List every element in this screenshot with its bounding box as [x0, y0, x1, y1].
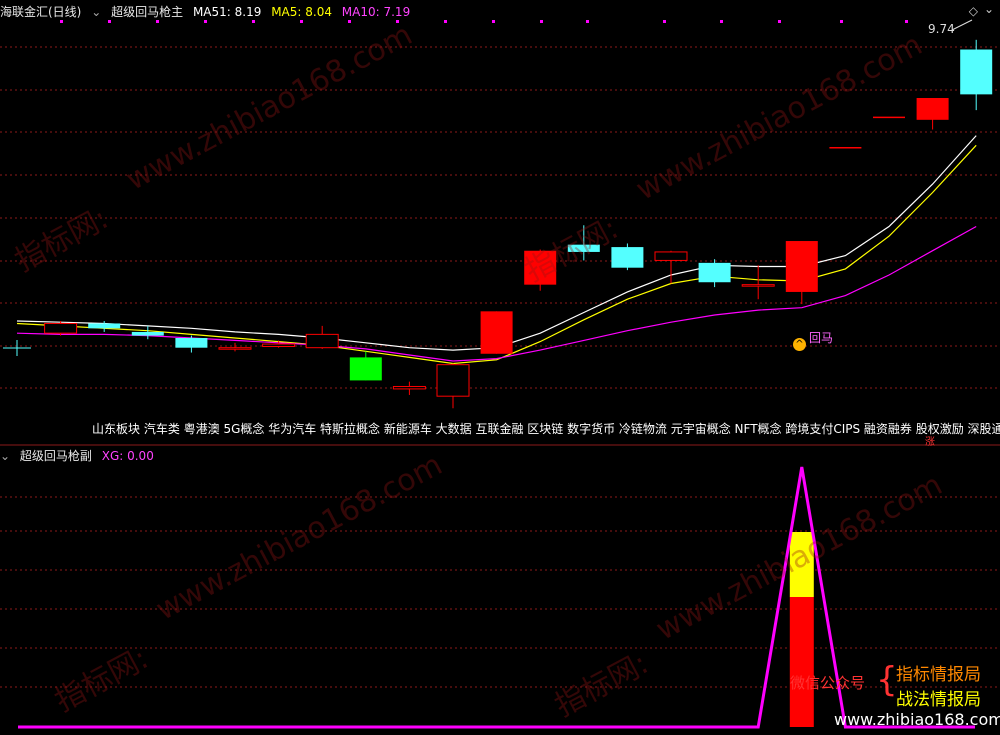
candle-body — [524, 250, 557, 285]
chart-canvas — [0, 19, 1000, 729]
concept-tags: 山东板块 汽车类 粤港澳 5G概念 华为汽车 特斯拉概念 新能源车 大数据 互联… — [92, 422, 1000, 436]
candle-body — [175, 338, 208, 348]
top-marker — [663, 20, 666, 23]
candle-body — [44, 322, 78, 334]
high-leader — [951, 19, 973, 31]
candle-body — [88, 323, 121, 329]
candle-body — [262, 343, 296, 347]
top-marker — [778, 20, 781, 23]
candle-body — [916, 98, 949, 120]
signal-marker-icon: ^ — [793, 338, 806, 351]
zhang-label: 涨 — [925, 437, 935, 448]
signal-label: 回马 — [809, 331, 834, 345]
candle-body — [698, 262, 731, 283]
candle-body — [436, 364, 470, 397]
candle-body — [785, 241, 818, 292]
chevron-down-icon[interactable]: ⌄ — [984, 2, 994, 16]
ma5-label: MA5: 8.04 — [271, 5, 332, 19]
candle-body — [611, 247, 644, 268]
top-marker — [540, 20, 543, 23]
top-marker — [492, 20, 495, 23]
candle-body — [654, 251, 688, 261]
top-marker — [720, 20, 723, 23]
ma51-label: MA51: 8.19 — [192, 5, 262, 19]
brand-2: 战法情报局 — [896, 690, 981, 710]
candle-body — [305, 333, 339, 349]
signal-bar-red — [789, 597, 814, 727]
stock-name: 海联金汇(日线) — [0, 5, 82, 19]
site-url: www.zhibiao168.com — [834, 710, 1000, 729]
candle-body — [131, 331, 164, 336]
chevron-down-icon[interactable]: ⌄ — [0, 449, 10, 463]
indicator-name[interactable]: 超级回马枪主 — [111, 5, 183, 19]
top-marker — [840, 20, 843, 23]
sub-indicator-name[interactable]: 超级回马枪副 — [20, 449, 92, 463]
diamond-icon[interactable]: ◇ — [969, 4, 978, 18]
top-marker — [905, 20, 908, 23]
candlesticks — [3, 19, 993, 409]
ma10-label: MA10: 7.19 — [341, 5, 411, 19]
candle-body — [960, 49, 993, 95]
brace-icon: { — [876, 660, 898, 700]
top-header: 海联金汇(日线) ⌄ 超级回马枪主 MA51: 8.19 MA5: 8.04 M… — [0, 3, 416, 21]
candle-body — [392, 385, 426, 390]
candle-body — [218, 347, 252, 350]
top-marker — [586, 20, 589, 23]
candle-body — [480, 311, 513, 354]
bottom-header: ⌄ 超级回马枪副 XG: 0.00 — [0, 447, 160, 465]
top-marker — [444, 20, 447, 23]
xg-label: XG: 0.00 — [101, 449, 154, 463]
candle-body — [741, 284, 775, 287]
high-price-label: 9.74 — [928, 22, 955, 36]
wechat-label: 微信公众号 — [790, 674, 866, 692]
brand-1: 指标情报局 — [896, 665, 981, 685]
candle-body — [349, 357, 382, 381]
signal-bar-yellow — [789, 532, 814, 597]
candle-body — [567, 244, 600, 252]
chevron-down-icon[interactable]: ⌄ — [91, 5, 101, 19]
